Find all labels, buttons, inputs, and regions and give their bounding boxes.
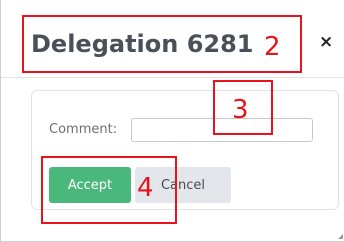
close-icon[interactable]: × bbox=[319, 32, 333, 52]
annotation-number: 2 bbox=[264, 32, 281, 62]
annotation-box-title bbox=[22, 15, 302, 73]
annotation-number: 3 bbox=[232, 95, 249, 125]
header-divider bbox=[1, 77, 344, 78]
comment-label: Comment: bbox=[49, 122, 118, 137]
resize-handle-icon[interactable] bbox=[338, 234, 343, 239]
annotation-number: 4 bbox=[137, 173, 154, 203]
annotation-box-accept bbox=[41, 156, 177, 224]
